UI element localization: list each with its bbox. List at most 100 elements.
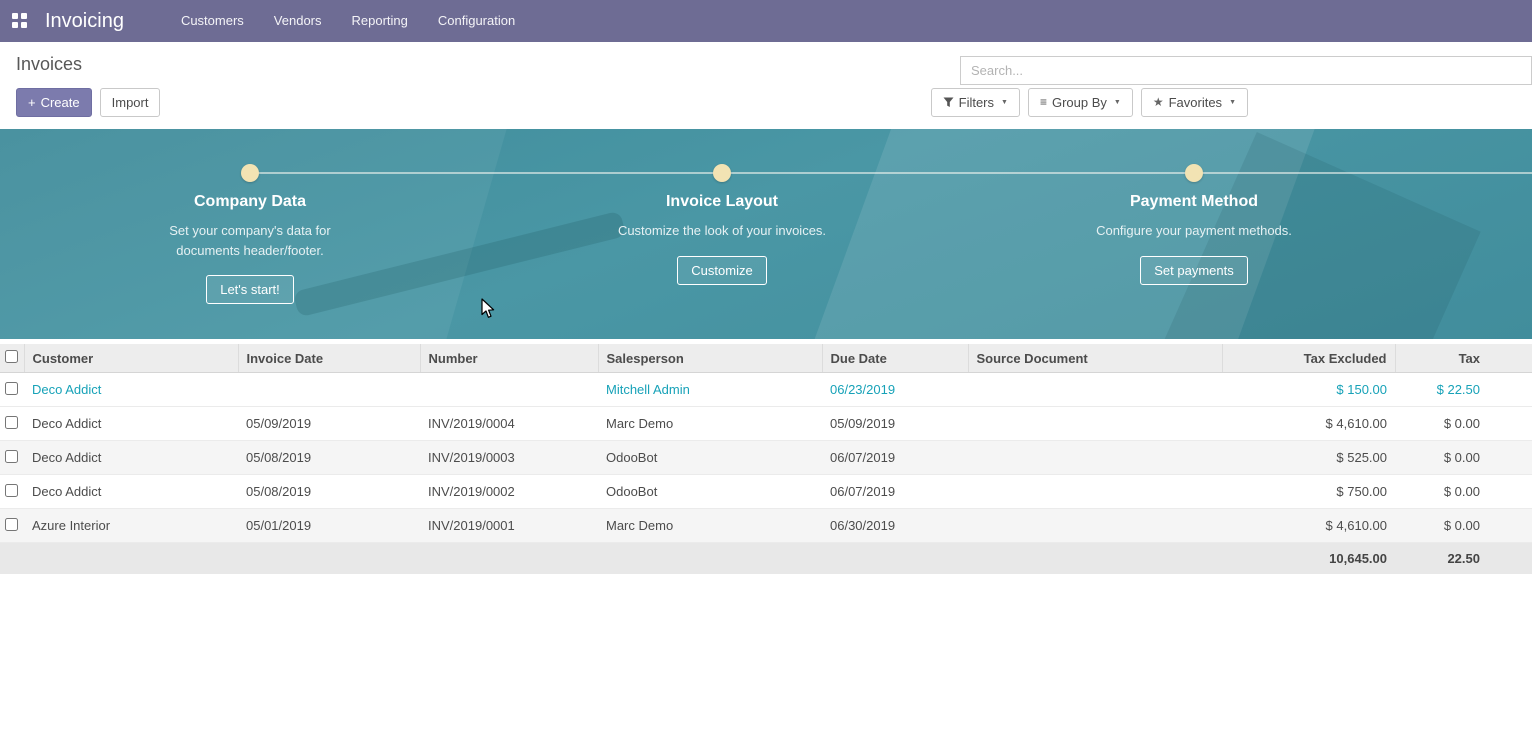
create-button[interactable]: + Create: [16, 88, 92, 117]
onboarding-step-payment-method: Payment Method Configure your payment me…: [1044, 193, 1344, 285]
caret-down-icon: ▼: [1229, 95, 1236, 110]
menu-item-reporting[interactable]: Reporting: [337, 0, 423, 42]
cell-invoice-date: [238, 373, 420, 407]
caret-down-icon: ▼: [1001, 95, 1008, 110]
header-invoice-date[interactable]: Invoice Date: [238, 344, 420, 373]
top-navbar: Invoicing Customers Vendors Reporting Co…: [0, 0, 1532, 42]
cell-number: INV/2019/0003: [420, 441, 598, 475]
cell-invoice-date: 05/09/2019: [238, 407, 420, 441]
onboarding-progress-line: [250, 172, 1532, 174]
filters-button-label: Filters: [959, 95, 994, 110]
cell-tax: $ 0.00: [1395, 441, 1532, 475]
header-number[interactable]: Number: [420, 344, 598, 373]
cell-tax: $ 0.00: [1395, 407, 1532, 441]
cell-due-date: 06/07/2019: [822, 441, 968, 475]
import-button[interactable]: Import: [100, 88, 161, 117]
create-button-label: Create: [41, 95, 80, 110]
step-description: Customize the look of your invoices.: [613, 221, 831, 241]
invoice-row[interactable]: Deco Addict Mitchell Admin 06/23/2019 $ …: [0, 373, 1532, 407]
step-title: Payment Method: [1044, 193, 1344, 211]
onboarding-step-dot: [713, 164, 731, 182]
header-customer[interactable]: Customer: [24, 344, 238, 373]
onboarding-banner: Company Data Set your company's data for…: [0, 129, 1532, 339]
cell-customer: Deco Addict: [24, 407, 238, 441]
filter-funnel-icon: [943, 97, 954, 108]
cell-tax-excluded: $ 4,610.00: [1222, 407, 1395, 441]
favorites-button-label: Favorites: [1169, 95, 1222, 110]
cell-tax: $ 0.00: [1395, 475, 1532, 509]
invoice-list: Customer Invoice Date Number Salesperson…: [0, 344, 1532, 574]
invoice-row[interactable]: Deco Addict 05/08/2019 INV/2019/0003 Odo…: [0, 441, 1532, 475]
select-all-checkbox[interactable]: [5, 350, 18, 363]
plus-icon: +: [28, 95, 36, 110]
onboarding-step-invoice-layout: Invoice Layout Customize the look of you…: [572, 193, 872, 285]
invoicing-app-page: Invoicing Customers Vendors Reporting Co…: [0, 0, 1532, 753]
header-due-date[interactable]: Due Date: [822, 344, 968, 373]
customize-button[interactable]: Customize: [677, 256, 766, 285]
total-tax-excluded: 10,645.00: [1222, 543, 1395, 575]
group-by-button-label: Group By: [1052, 95, 1107, 110]
row-checkbox[interactable]: [5, 450, 18, 463]
set-payments-button[interactable]: Set payments: [1140, 256, 1248, 285]
onboarding-step-company-data: Company Data Set your company's data for…: [100, 193, 400, 304]
header-tax[interactable]: Tax: [1395, 344, 1532, 373]
menu-item-customers[interactable]: Customers: [166, 0, 259, 42]
lets-start-button[interactable]: Let's start!: [206, 275, 294, 304]
apps-grid-icon[interactable]: [12, 13, 29, 30]
cell-number: INV/2019/0004: [420, 407, 598, 441]
cell-salesperson: OdooBot: [598, 441, 822, 475]
cell-source-document: [968, 407, 1222, 441]
invoice-row[interactable]: Azure Interior 05/01/2019 INV/2019/0001 …: [0, 509, 1532, 543]
row-checkbox-cell: [0, 373, 24, 407]
total-tax: 22.50: [1395, 543, 1532, 575]
cell-source-document: [968, 373, 1222, 407]
row-checkbox[interactable]: [5, 382, 18, 395]
row-checkbox-cell: [0, 509, 24, 543]
row-checkbox[interactable]: [5, 518, 18, 531]
header-tax-excluded[interactable]: Tax Excluded: [1222, 344, 1395, 373]
cell-due-date: 05/09/2019: [822, 407, 968, 441]
menu-item-vendors[interactable]: Vendors: [259, 0, 337, 42]
cell-source-document: [968, 441, 1222, 475]
cell-customer: Deco Addict: [24, 475, 238, 509]
search-option-buttons: Filters ▼ ≡ Group By ▼ ★ Favorites ▼: [931, 88, 1248, 117]
invoice-row[interactable]: Deco Addict 05/09/2019 INV/2019/0004 Mar…: [0, 407, 1532, 441]
invoice-row[interactable]: Deco Addict 05/08/2019 INV/2019/0002 Odo…: [0, 475, 1532, 509]
cell-due-date: 06/23/2019: [822, 373, 968, 407]
cell-number: INV/2019/0001: [420, 509, 598, 543]
caret-down-icon: ▼: [1114, 95, 1121, 110]
filters-button[interactable]: Filters ▼: [931, 88, 1020, 117]
cell-due-date: 06/30/2019: [822, 509, 968, 543]
row-checkbox-cell: [0, 441, 24, 475]
cell-tax-excluded: $ 525.00: [1222, 441, 1395, 475]
row-checkbox[interactable]: [5, 416, 18, 429]
group-by-button[interactable]: ≡ Group By ▼: [1028, 88, 1133, 117]
header-source-document[interactable]: Source Document: [968, 344, 1222, 373]
top-menu: Customers Vendors Reporting Configuratio…: [166, 0, 530, 42]
totals-row: 10,645.00 22.50: [0, 543, 1532, 575]
cell-source-document: [968, 475, 1222, 509]
favorites-button[interactable]: ★ Favorites ▼: [1141, 88, 1248, 117]
control-buttons-row: + Create Import Filters ▼ ≡ Group By: [16, 88, 1532, 117]
group-by-lines-icon: ≡: [1040, 95, 1047, 110]
header-salesperson[interactable]: Salesperson: [598, 344, 822, 373]
table-header-row: Customer Invoice Date Number Salesperson…: [0, 344, 1532, 373]
cell-customer: Deco Addict: [24, 373, 238, 407]
cell-salesperson: OdooBot: [598, 475, 822, 509]
star-icon: ★: [1153, 95, 1164, 110]
cell-invoice-date: 05/08/2019: [238, 475, 420, 509]
app-title[interactable]: Invoicing: [45, 10, 124, 33]
step-title: Company Data: [100, 193, 400, 211]
cell-source-document: [968, 509, 1222, 543]
cell-due-date: 06/07/2019: [822, 475, 968, 509]
row-checkbox-cell: [0, 407, 24, 441]
cell-invoice-date: 05/08/2019: [238, 441, 420, 475]
search-input[interactable]: [960, 56, 1532, 85]
cell-number: INV/2019/0002: [420, 475, 598, 509]
row-checkbox-cell: [0, 475, 24, 509]
import-button-label: Import: [112, 95, 149, 110]
menu-item-configuration[interactable]: Configuration: [423, 0, 530, 42]
control-panel: Invoices + Create Import Filters ▼: [0, 42, 1532, 129]
row-checkbox[interactable]: [5, 484, 18, 497]
step-description: Set your company's data for documents he…: [141, 221, 359, 260]
